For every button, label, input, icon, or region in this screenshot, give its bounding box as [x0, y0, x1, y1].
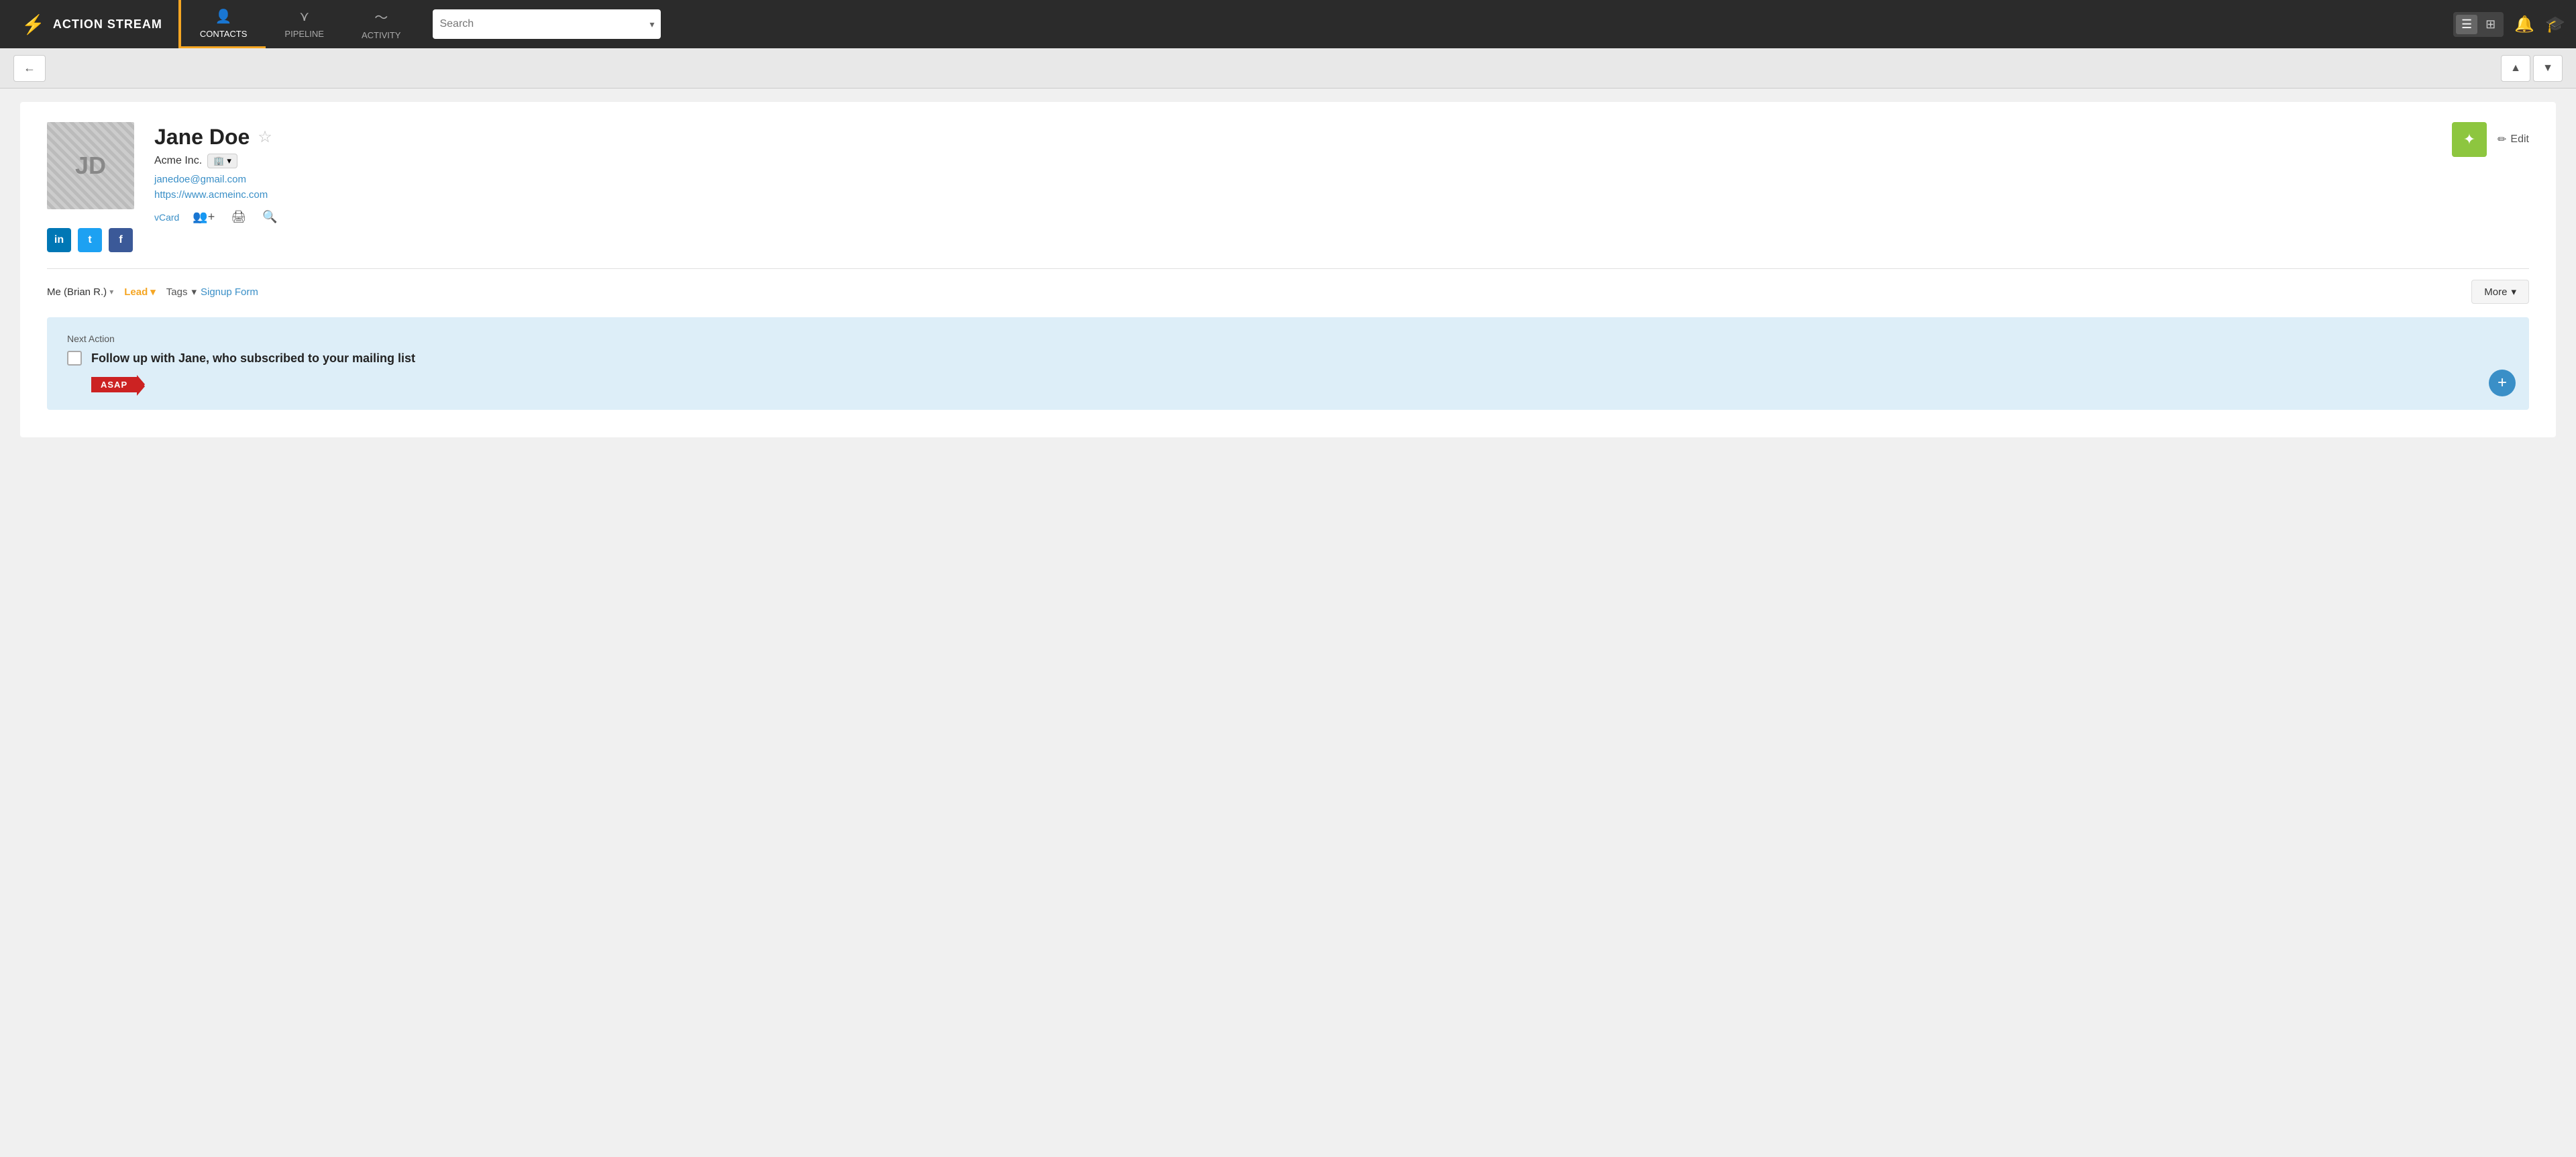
company-button[interactable]: 🏢 ▾: [207, 154, 237, 168]
search-icon: 🔍: [262, 210, 277, 223]
toolbar: ← ▲ ▼: [0, 48, 2576, 89]
brand-icon: ⚡: [21, 13, 45, 36]
add-action-button[interactable]: +: [2489, 370, 2516, 396]
edit-button[interactable]: ✏ Edit: [2498, 133, 2529, 146]
search-input[interactable]: [439, 18, 644, 30]
next-action-row: Follow up with Jane, who subscribed to y…: [67, 351, 2509, 366]
main-content: JD in t f Jane Doe ☆ Acme Inc. 🏢 ▾ janed…: [20, 102, 2556, 437]
nav-activity[interactable]: 〜 ACTIVITY: [343, 0, 420, 48]
help-button[interactable]: 🎓: [2545, 15, 2565, 34]
favorite-icon[interactable]: ☆: [258, 127, 272, 147]
contact-name-row: Jane Doe ☆: [154, 125, 2432, 150]
contact-actions-row: vCard 👥+ 🖨 🔍: [154, 207, 2432, 227]
grid-view-button[interactable]: ⊞: [2480, 15, 2501, 34]
search-bar: ▾: [433, 9, 661, 39]
view-toggle: ☰ ⊞: [2453, 12, 2504, 37]
status-row: Me (Brian R.) ▾ Lead ▾ Tags ▾ Signup For…: [47, 280, 2529, 304]
magic-button[interactable]: ✦: [2452, 122, 2487, 157]
linkedin-icon[interactable]: in: [47, 228, 71, 252]
navbar: ⚡ ACTION STREAM 👤 CONTACTS ⋎ PIPELINE 〜 …: [0, 0, 2576, 48]
nav-pipeline[interactable]: ⋎ PIPELINE: [266, 0, 343, 48]
next-action-label: Next Action: [67, 333, 2509, 344]
activity-icon: 〜: [374, 7, 388, 26]
signup-form-tag[interactable]: Signup Form: [201, 286, 258, 298]
search-dropdown-button[interactable]: ▾: [649, 19, 654, 30]
nav-contacts-label: CONTACTS: [200, 29, 248, 39]
company-row: Acme Inc. 🏢 ▾: [154, 154, 2432, 168]
contact-email[interactable]: janedoe@gmail.com: [154, 174, 2432, 185]
facebook-icon[interactable]: f: [109, 228, 133, 252]
company-dropdown-icon: ▾: [227, 156, 231, 166]
tags-label: Tags: [166, 286, 188, 298]
next-action-card: Next Action Follow up with Jane, who sub…: [47, 317, 2529, 410]
search-contact-button[interactable]: 🔍: [260, 207, 280, 227]
owner-name: Me (Brian R.): [47, 286, 107, 298]
pencil-icon: ✏: [2498, 133, 2506, 146]
back-button[interactable]: ←: [13, 55, 46, 82]
more-label: More: [2484, 286, 2507, 298]
contact-header-right: ✦ ✏ Edit: [2452, 122, 2529, 157]
print-icon: 🖨: [231, 210, 246, 223]
brand: ⚡ ACTION STREAM: [11, 0, 181, 48]
print-button[interactable]: 🖨: [228, 207, 249, 227]
prev-button[interactable]: ▲: [2501, 55, 2530, 82]
nav-arrows: ▲ ▼: [2501, 55, 2563, 82]
brand-name: ACTION STREAM: [53, 17, 162, 32]
owner-caret-icon: ▾: [109, 287, 113, 296]
magic-icon: ✦: [2463, 131, 2475, 148]
list-view-button[interactable]: ☰: [2456, 15, 2477, 34]
notifications-button[interactable]: 🔔: [2514, 15, 2534, 34]
lead-label: Lead: [124, 286, 148, 298]
more-caret-icon: ▾: [2511, 286, 2516, 298]
next-button[interactable]: ▼: [2533, 55, 2563, 82]
add-icon: +: [2498, 374, 2507, 392]
tags-row: Tags ▾ Signup Form: [166, 286, 258, 298]
vcard-link[interactable]: vCard: [154, 212, 179, 223]
add-contact-button[interactable]: 👥+: [190, 207, 217, 227]
lead-button[interactable]: Lead ▾: [124, 286, 156, 298]
building-icon: 🏢: [213, 156, 224, 166]
pipeline-icon: ⋎: [299, 8, 309, 25]
twitter-icon[interactable]: t: [78, 228, 102, 252]
avatar: JD: [47, 122, 134, 209]
status-left: Me (Brian R.) ▾ Lead ▾ Tags ▾ Signup For…: [47, 286, 258, 298]
contact-name: Jane Doe: [154, 125, 250, 150]
contact-info: Jane Doe ☆ Acme Inc. 🏢 ▾ janedoe@gmail.c…: [154, 122, 2432, 227]
nav-contacts[interactable]: 👤 CONTACTS: [181, 0, 266, 48]
contact-website[interactable]: https://www.acmeinc.com: [154, 189, 2432, 201]
divider: [47, 268, 2529, 269]
tags-caret-icon: ▾: [191, 286, 197, 298]
nav-activity-label: ACTIVITY: [362, 30, 401, 40]
contact-header: JD in t f Jane Doe ☆ Acme Inc. 🏢 ▾ janed…: [47, 122, 2529, 252]
action-checkbox[interactable]: [67, 351, 82, 366]
next-action-text: Follow up with Jane, who subscribed to y…: [91, 351, 415, 366]
nav-items: 👤 CONTACTS ⋎ PIPELINE 〜 ACTIVITY: [181, 0, 420, 48]
nav-pipeline-label: PIPELINE: [284, 29, 324, 39]
asap-badge: ASAP: [91, 377, 137, 392]
edit-label: Edit: [2510, 133, 2529, 146]
social-icons: in t f: [47, 228, 133, 252]
owner-dropdown[interactable]: Me (Brian R.) ▾: [47, 286, 113, 298]
company-name: Acme Inc.: [154, 155, 202, 167]
contacts-icon: 👤: [215, 8, 232, 25]
more-button[interactable]: More ▾: [2471, 280, 2529, 304]
add-contact-icon: 👥+: [193, 210, 215, 223]
lead-caret-icon: ▾: [150, 286, 156, 298]
nav-right: ☰ ⊞ 🔔 🎓: [2453, 12, 2565, 37]
